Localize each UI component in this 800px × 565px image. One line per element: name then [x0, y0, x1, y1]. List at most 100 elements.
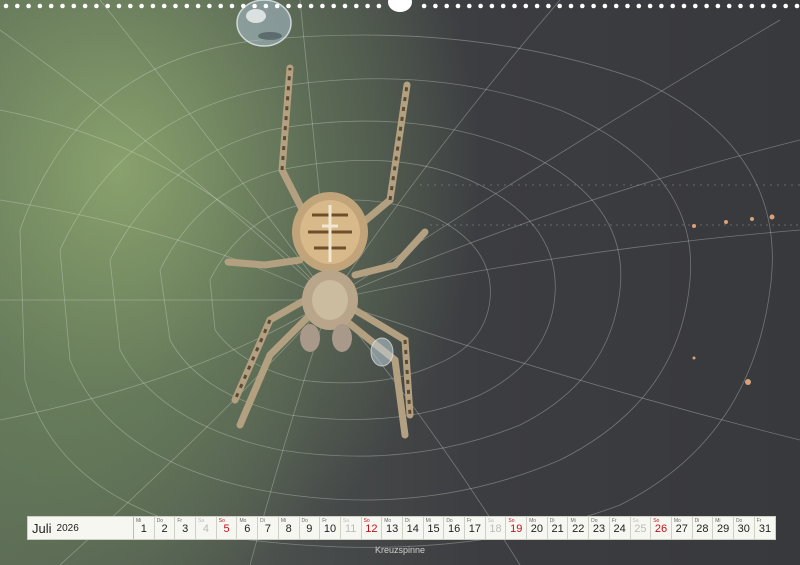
day-number: 26 — [654, 523, 668, 535]
binding-hole — [433, 3, 438, 9]
binding-hole — [26, 3, 31, 9]
binding-hole — [297, 3, 303, 9]
binding-hole — [331, 3, 337, 9]
binding-hole — [580, 3, 585, 9]
binding-hole — [195, 3, 201, 9]
day-number: 15 — [427, 523, 440, 535]
spider-web — [0, 0, 800, 565]
binding-hole — [161, 3, 167, 9]
binding-hole — [794, 3, 800, 9]
day-number: 2 — [161, 523, 168, 535]
binding-hole — [546, 3, 551, 9]
day-cell: Mi 15 — [424, 517, 445, 539]
binding-hole — [3, 3, 9, 9]
binding-hole — [489, 3, 495, 9]
day-number: 4 — [202, 523, 209, 535]
day-number: 8 — [285, 523, 292, 535]
day-cell: Do 9 — [300, 517, 321, 539]
binding-hole — [421, 3, 427, 9]
month-name: Juli — [32, 520, 52, 536]
day-number: 30 — [737, 523, 750, 535]
binding-hole — [128, 3, 133, 9]
day-cell: Fr 31 — [755, 517, 776, 539]
day-number: 27 — [675, 523, 688, 535]
day-cell: So 5 — [217, 517, 238, 539]
month-label: Juli 2026 — [28, 517, 134, 539]
binding-hole — [557, 3, 562, 9]
binding-hole — [173, 3, 178, 9]
day-cells: Mi 1 Do 2 Fr 3 Sa 4 So 5 Mo 6 Di 7 Mi 8 Do 9 Fr 10 Sa 11 So 12 M… — [134, 517, 775, 539]
binding-hole — [500, 3, 506, 9]
day-number: 21 — [551, 523, 564, 535]
binding-hole — [659, 3, 664, 9]
binding-hole — [467, 3, 472, 9]
day-number: 14 — [406, 523, 419, 535]
binding-hole — [760, 3, 766, 9]
day-cell: Mi 29 — [713, 517, 734, 539]
binding-hole — [647, 3, 653, 9]
day-cell: Fr 17 — [465, 517, 486, 539]
day-cell: Do 2 — [155, 517, 176, 539]
day-number: 7 — [264, 523, 272, 535]
day-cell: Di 28 — [693, 517, 714, 539]
day-number: 29 — [716, 523, 730, 535]
day-cell: Sa 25 — [631, 517, 652, 539]
day-cell: Di 21 — [548, 517, 569, 539]
day-cell: Do 16 — [444, 517, 465, 539]
binding-hole — [252, 3, 257, 9]
day-cell: Mi 8 — [279, 517, 300, 539]
binding-hole — [693, 3, 698, 9]
binding-hole — [263, 3, 269, 9]
day-number: 23 — [592, 523, 606, 535]
binding-hole — [218, 3, 223, 9]
binding-hole — [568, 3, 574, 9]
day-number: 12 — [365, 523, 378, 535]
calendar-strip: Juli 2026 Mi 1 Do 2 Fr 3 Sa 4 So 5 Mo 6 Di 7 Mi 8 Do 9 Fr 1… — [27, 516, 777, 540]
binding-hole — [71, 3, 77, 9]
day-number: 13 — [385, 523, 399, 535]
day-number: 10 — [323, 523, 337, 535]
binding-hole — [139, 3, 144, 9]
day-cell: Fr 10 — [320, 517, 341, 539]
binding-hole — [738, 3, 743, 9]
binding-hole — [365, 3, 370, 9]
day-cell: Di 14 — [403, 517, 424, 539]
binding-hole — [229, 3, 235, 9]
day-number: 31 — [758, 523, 772, 535]
day-cell: Mo 6 — [237, 517, 259, 539]
day-number: 1 — [140, 523, 147, 535]
binding-hole — [478, 3, 483, 9]
binding-hole — [602, 3, 608, 9]
day-number: 9 — [306, 523, 313, 535]
web-debris — [692, 214, 775, 385]
binding-hole — [207, 3, 212, 9]
binding-hole — [94, 3, 99, 9]
day-cell: Sa 11 — [341, 517, 362, 539]
binding-hole — [749, 3, 755, 9]
binding-hole — [308, 3, 314, 9]
day-cell: So 19 — [506, 517, 528, 539]
day-cell: Mi 22 — [568, 517, 590, 539]
binding-hole — [613, 3, 619, 9]
day-cell: Fr 3 — [175, 517, 197, 539]
binding-hole — [704, 3, 709, 9]
photo-caption: Kreuzspinne — [374, 545, 426, 555]
day-number: 28 — [696, 523, 709, 535]
binding-hole — [625, 3, 630, 9]
binding-hole — [783, 3, 788, 9]
binding-hole — [376, 3, 382, 9]
binding-hole — [320, 3, 325, 9]
binding-hole — [512, 3, 517, 9]
binding-hole — [444, 3, 450, 9]
day-cell: Mi 1 — [134, 517, 155, 539]
day-number: 19 — [510, 523, 523, 535]
day-cell: Fr 24 — [610, 517, 631, 539]
binding-hole — [116, 3, 122, 9]
binding-hole — [286, 3, 291, 9]
binding-hole — [455, 3, 461, 9]
binding-hole — [82, 3, 88, 9]
binding-hole — [105, 3, 110, 9]
calendar-page: Juli 2026 Mi 1 Do 2 Fr 3 Sa 4 So 5 Mo 6 Di 7 Mi 8 Do 9 Fr 1… — [0, 0, 800, 565]
binding-hole — [772, 3, 777, 9]
day-number: 6 — [244, 523, 251, 535]
